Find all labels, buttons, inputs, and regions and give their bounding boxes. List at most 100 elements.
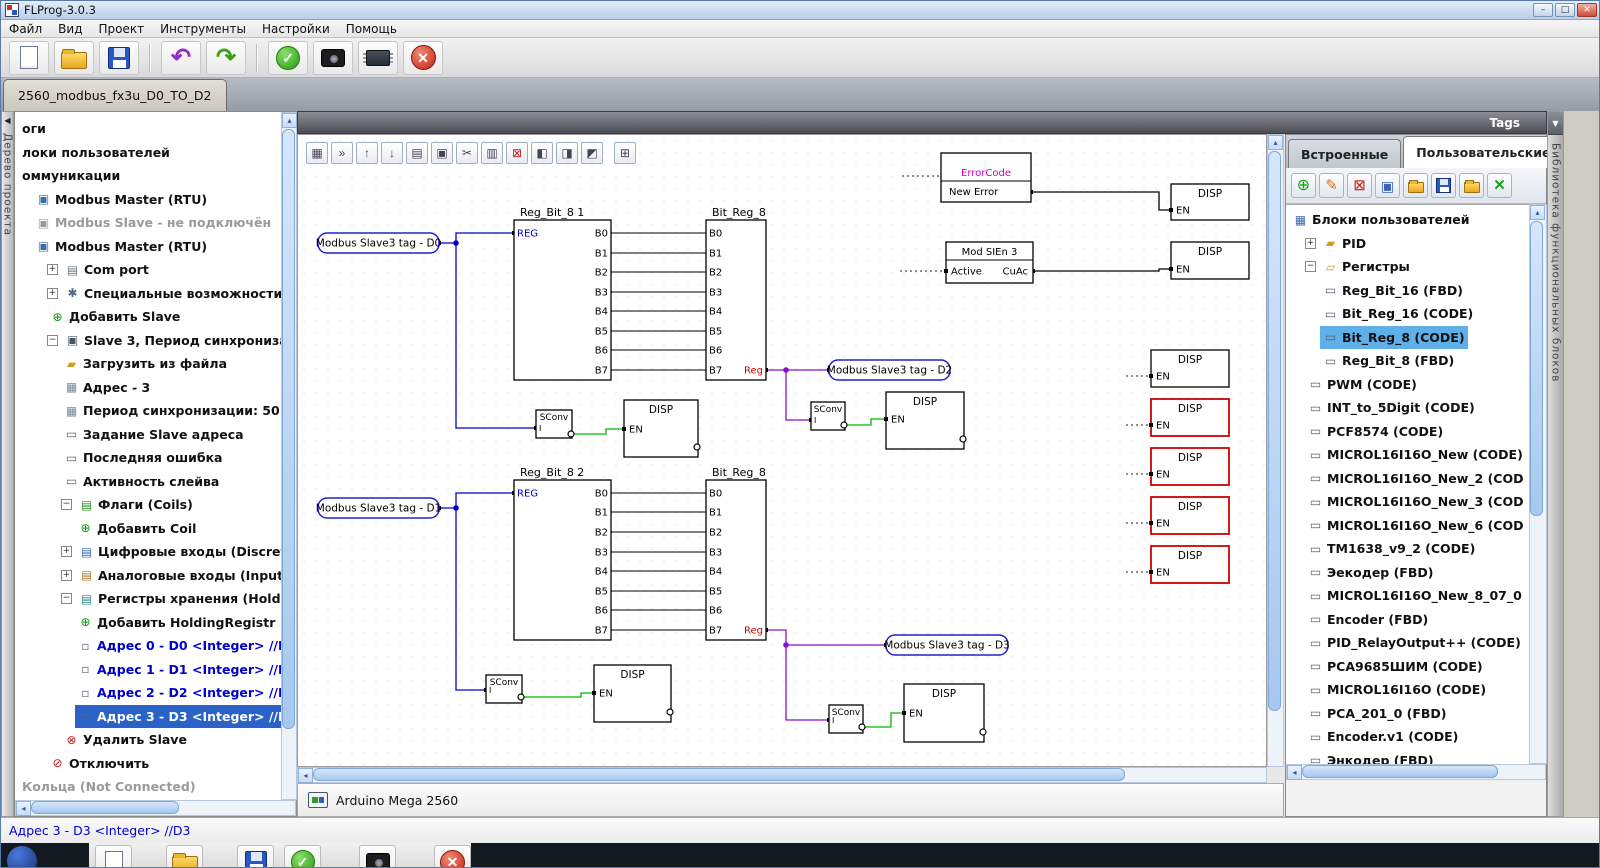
clear-block-button[interactable]: ✕ [1487,173,1512,198]
tree-item[interactable]: ▭ Encoder (FBD) [1286,608,1529,632]
tree-item[interactable]: ▫ Адрес 2 - D2 <Integer> //D2 [15,681,282,705]
disp-block[interactable]: DISP EN [1149,447,1230,486]
tree-item[interactable]: ▭ Эекодер (FBD) [1286,561,1529,585]
maximize-button[interactable]: □ [1555,3,1575,17]
tree-item[interactable]: локи пользователей [15,141,282,165]
close-button[interactable]: ✕ [1577,3,1597,17]
tree-item[interactable]: оммуникации [15,164,282,188]
tree-item[interactable]: ⊕ Добавить Slave [15,305,282,329]
scroll-left-icon[interactable]: ◂ [1287,765,1302,780]
tab-builtin[interactable]: Встроенные [1288,139,1402,168]
fbd-block-bit-reg-8[interactable]: Bit_Reg_8 B0 B1 B2 B3 B4 B5 B6 B7 Reg [705,466,767,641]
scrollbar-thumb[interactable] [313,768,1125,781]
tree-item[interactable]: ▣ Modbus Master (RTU) [15,188,282,212]
tree-item[interactable]: ▭ Активность слейва [15,470,282,494]
tree-item[interactable]: ▭ PCA_201_0 (FBD) [1286,702,1529,726]
tree-item[interactable]: + ✱ Специальные возможности [15,282,282,306]
fbd-diagram[interactable]: Reg_Bit_8 1REG B0B1B2B3B4B5B6B7 Bit_Reg_8B… [298,135,1267,767]
scroll-left-icon[interactable]: ◂ [298,768,313,783]
tree-item[interactable]: ▭ PCA9685ШИМ (CODE) [1286,655,1529,679]
scroll-up-icon[interactable]: ▴ [1268,135,1283,150]
edit-block-button[interactable]: ✎ [1319,173,1344,198]
fbd-block-mod-sien[interactable]: Mod SIEn 3 Active CuAc [944,241,1034,284]
tree-item[interactable]: ▰ Загрузить из файла [15,352,282,376]
disp-block[interactable]: DISP EN [1169,183,1250,221]
tree-item[interactable]: ▭ INT_to_5Digit (CODE) [1286,396,1529,420]
collapse-left-icon[interactable]: ◀ [4,116,10,125]
new-file-button[interactable] [9,40,49,75]
tree-item[interactable]: ▦ Блоки пользователей [1286,208,1529,232]
sconv-block[interactable]: SConvI [810,401,848,431]
expand-icon[interactable]: + [47,287,58,299]
tree-item[interactable]: ⊘ Отключить [15,752,282,776]
sconv-block[interactable]: SConvI [828,704,866,734]
save-project-button[interactable] [99,40,139,75]
tab-user-blocks[interactable]: Пользовательские [1403,136,1564,168]
blocks-vscrollbar[interactable]: ▴ [1529,204,1547,764]
mirror-right-button[interactable]: ◨ [556,142,578,164]
tab-project[interactable]: 2560_modbus_fx3u_D0_TO_D2 [3,79,227,111]
disp-block[interactable]: DISP EN [1169,241,1250,280]
scrollbar-thumb[interactable] [1268,151,1281,711]
disp-block[interactable]: DISP EN [622,399,701,458]
flip-button[interactable]: ◩ [581,142,603,164]
tree-item[interactable]: оги [15,117,282,141]
scroll-left-icon[interactable]: ◂ [16,801,31,816]
tree-item[interactable]: ▭ MICROL16I16O_New (CODE) [1286,443,1529,467]
collapse-icon[interactable]: − [1305,261,1316,273]
open-project-button[interactable] [54,40,94,75]
tree-item[interactable]: + ▤ Аналоговые входы (InputRegis [15,564,282,588]
start-orb-icon[interactable] [7,846,37,867]
load-block-button[interactable] [1459,173,1484,198]
fbd-block-reg-bit-8-1[interactable]: Reg_Bit_8 1 REG B0 B1 B2 B3 B4 B5 B6 B7 [513,206,612,381]
sheet-button[interactable]: ▤ [406,142,428,164]
verify-button[interactable]: ✓ [268,40,308,75]
delete-button[interactable]: ⊠ [506,142,528,164]
expand-icon[interactable]: + [61,546,72,558]
tree-item[interactable]: ▫ Адрес 0 - D0 <Integer> //D0 [15,634,282,658]
collapse-icon[interactable]: − [61,499,72,511]
forward-button[interactable]: » [331,142,353,164]
mirror-left-button[interactable]: ◧ [531,142,553,164]
tree-item[interactable]: ▭ MICROL16I16O_New_6 (COD [1286,514,1529,538]
tree-item[interactable]: ▭ Reg_Bit_16 (FBD) [1286,279,1529,303]
tree-item[interactable]: Кольца (Not Connected) [15,775,282,799]
tree-item[interactable]: ▭ Bit_Reg_16 (CODE) [1286,302,1529,326]
fbd-block-new-error[interactable]: ErrorCode New Error [940,152,1032,203]
scrollbar-thumb[interactable] [282,129,295,729]
canvas-vscrollbar[interactable]: ▴ [1267,134,1284,767]
menu-Файл[interactable]: Файл [1,20,50,37]
tree-item[interactable]: ▦ Адрес - 3 [15,376,282,400]
disp-block[interactable]: DISP EN [1149,496,1230,535]
tree-item[interactable]: + ▰ PID [1286,232,1529,256]
add-block-button[interactable]: ⊕ [1291,173,1316,198]
stop-button[interactable]: ✕ [403,40,443,75]
tree-item[interactable]: + ▤ Com port [15,258,282,282]
move-down-button[interactable]: ↓ [381,142,403,164]
scrollbar-thumb[interactable] [1530,221,1543,516]
modbus-tag[interactable]: Modbus Slave3 tag - D0 [316,232,441,254]
title-bar[interactable]: FLProg-3.0.3 – □ ✕ [1,1,1599,20]
expand-icon[interactable]: + [61,569,72,581]
tree-item[interactable]: ▭ MICROL16I16O_New_8_07_0 [1286,584,1529,608]
menu-Проект[interactable]: Проект [90,20,152,37]
disp-block[interactable]: DISP EN [1149,398,1230,437]
tree-item[interactable]: ▭ PCF8574 (CODE) [1286,420,1529,444]
disp-block[interactable]: DISP EN [884,391,967,450]
save-project-button[interactable] [237,845,274,867]
tree-item[interactable]: ⊕ Добавить Coil [15,517,282,541]
tree-item[interactable]: ▫ Адрес 3 - D3 <Integer> //D3 [15,704,282,728]
tree-item[interactable]: + ▤ Цифровые входы (DiscreteInp [15,540,282,564]
scroll-up-icon[interactable]: ▴ [1530,205,1545,220]
collapse-icon[interactable]: − [47,334,58,346]
tree-item[interactable]: ▭ MICROL16I16O (CODE) [1286,678,1529,702]
scrollbar-thumb[interactable] [31,801,179,814]
scheme-button[interactable]: ⊞ [614,142,636,164]
save-block-button[interactable] [1431,173,1456,198]
tree-item[interactable]: ▦ Период синхронизации: 50 mil [15,399,282,423]
sconv-block[interactable]: SConvI [535,409,575,439]
tree-item[interactable]: ▭ Последняя ошибка [15,446,282,470]
scrollbar-thumb[interactable] [1302,765,1498,778]
expand-icon[interactable]: + [47,264,58,276]
tree-item[interactable]: ▭ PID_RelayOutput++ (CODE) [1286,631,1529,655]
